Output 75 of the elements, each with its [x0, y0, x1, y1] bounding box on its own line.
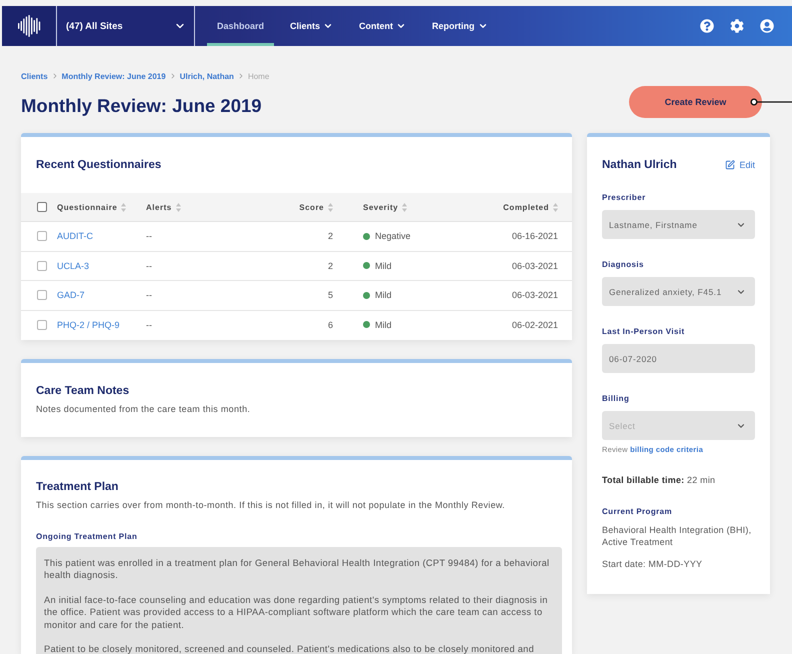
column-header: Severity: [363, 202, 398, 212]
card-description: Notes documented from the care team this month.: [36, 404, 252, 415]
chevron-down-icon: [478, 21, 488, 31]
column-header: Questionnaire: [57, 202, 118, 212]
card-title: Recent Questionnaires: [36, 158, 162, 172]
user-icon[interactable]: [760, 19, 774, 33]
checkbox[interactable]: [37, 290, 47, 300]
page-title: Monthly Review: June 2019: [21, 94, 262, 116]
table-cell: 2: [328, 231, 333, 242]
checkbox[interactable]: [37, 231, 47, 242]
sort-icon[interactable]: [553, 202, 558, 212]
column-header: Score: [299, 202, 324, 212]
table-cell: 06-16-2021: [512, 231, 558, 242]
checkbox[interactable]: [37, 202, 47, 212]
help-icon[interactable]: [700, 19, 714, 33]
nav-tab[interactable]: Dashboard: [207, 6, 274, 46]
plan-text: This patient was enrolled in a treatment plan for General Behavioral Health Integration (CPT 99484) for a behavioral health diagnosis.: [44, 557, 550, 582]
select-field[interactable]: Generalized anxiety, F45.1: [602, 277, 755, 306]
nav-tab[interactable]: Clients: [280, 6, 344, 46]
severity-label: Mild: [375, 260, 392, 271]
table-cell: --: [146, 260, 152, 271]
chevron-down-icon: [396, 21, 406, 31]
checkbox[interactable]: [37, 320, 47, 330]
edit-link[interactable]: Edit: [725, 160, 755, 170]
table-cell: 2: [328, 260, 333, 271]
date-field[interactable]: 06-07-2020: [602, 344, 755, 373]
table-cell: 06-03-2021: [512, 290, 558, 300]
plan-text: An initial face-to-face counseling and education was done regarding patient's symptoms related to their diagnosis in the office. Patient was provided access to a HIPAA-compliant software platform which the care team can access to monitor and care for the patient.: [44, 594, 549, 632]
severity-label: Mild: [375, 290, 392, 300]
program-text: Behavioral Health Integration (BHI), Active Treatment: [602, 524, 752, 548]
card-title: Care Team Notes: [36, 384, 130, 398]
field-label: Billing: [602, 394, 630, 404]
field-label: Ongoing Treatment Plan: [36, 532, 138, 542]
edit-icon: [725, 160, 736, 170]
table-cell: --: [146, 290, 152, 300]
field-label: Current Program: [602, 507, 674, 517]
leader-line: [750, 98, 792, 106]
sort-icon[interactable]: [402, 202, 408, 212]
breadcrumb-link[interactable]: Clients: [21, 72, 48, 80]
column-header: Alerts: [146, 202, 172, 212]
questionnaire-link[interactable]: UCLA-3: [57, 260, 90, 271]
plan-text: Patient to be closely monitored, screened and counseled. Patient's medications also to be closely monitored and: [44, 643, 535, 654]
breadcrumb-link[interactable]: Ulrich, Nathan: [180, 72, 234, 80]
billable-time-text: Total billable time: 22 min: [602, 474, 716, 486]
table-cell: 6: [328, 320, 333, 330]
nav-tab[interactable]: Content: [349, 6, 416, 46]
patient-name: Nathan Ulrich: [602, 158, 677, 172]
severity-label: Negative: [375, 231, 411, 242]
sort-icon[interactable]: [176, 202, 181, 212]
start-date-text: Start date: MM-DD-YYY: [602, 558, 704, 570]
field-label: Last In-Person Visit: [602, 327, 686, 337]
create-review-button[interactable]: Create Review: [629, 86, 762, 118]
breadcrumb-link[interactable]: Monthly Review: June 2019: [62, 72, 166, 80]
nav-tab[interactable]: Reporting: [422, 6, 498, 46]
select-field[interactable]: Lastname, Firstname: [602, 210, 755, 239]
chevron-down-icon: [323, 21, 334, 31]
settings-icon[interactable]: [730, 19, 744, 33]
questionnaire-link[interactable]: GAD-7: [57, 290, 85, 300]
site-selector[interactable]: (47) All Sites: [56, 6, 195, 46]
table-cell: 06-02-2021: [512, 320, 558, 330]
field-label: Prescriber: [602, 193, 647, 203]
card-title: Treatment Plan: [36, 480, 120, 494]
table-cell: --: [146, 320, 152, 330]
table-cell: --: [146, 231, 152, 242]
table-cell: 5: [328, 290, 333, 300]
questionnaire-link[interactable]: AUDIT-C: [57, 231, 93, 242]
sort-icon[interactable]: [121, 202, 126, 212]
sort-icon[interactable]: [328, 202, 333, 212]
questionnaire-link[interactable]: PHQ-2 / PHQ-9: [57, 320, 120, 330]
field-label: Diagnosis: [602, 260, 645, 270]
severity-label: Mild: [375, 320, 392, 330]
card-description: This section carries over from month-to-month. If this is not filled in, it will not populate in the Monthly Review.: [36, 500, 506, 510]
checkbox[interactable]: [37, 260, 47, 271]
column-header: Completed: [503, 202, 549, 212]
table-cell: 06-03-2021: [512, 260, 558, 271]
